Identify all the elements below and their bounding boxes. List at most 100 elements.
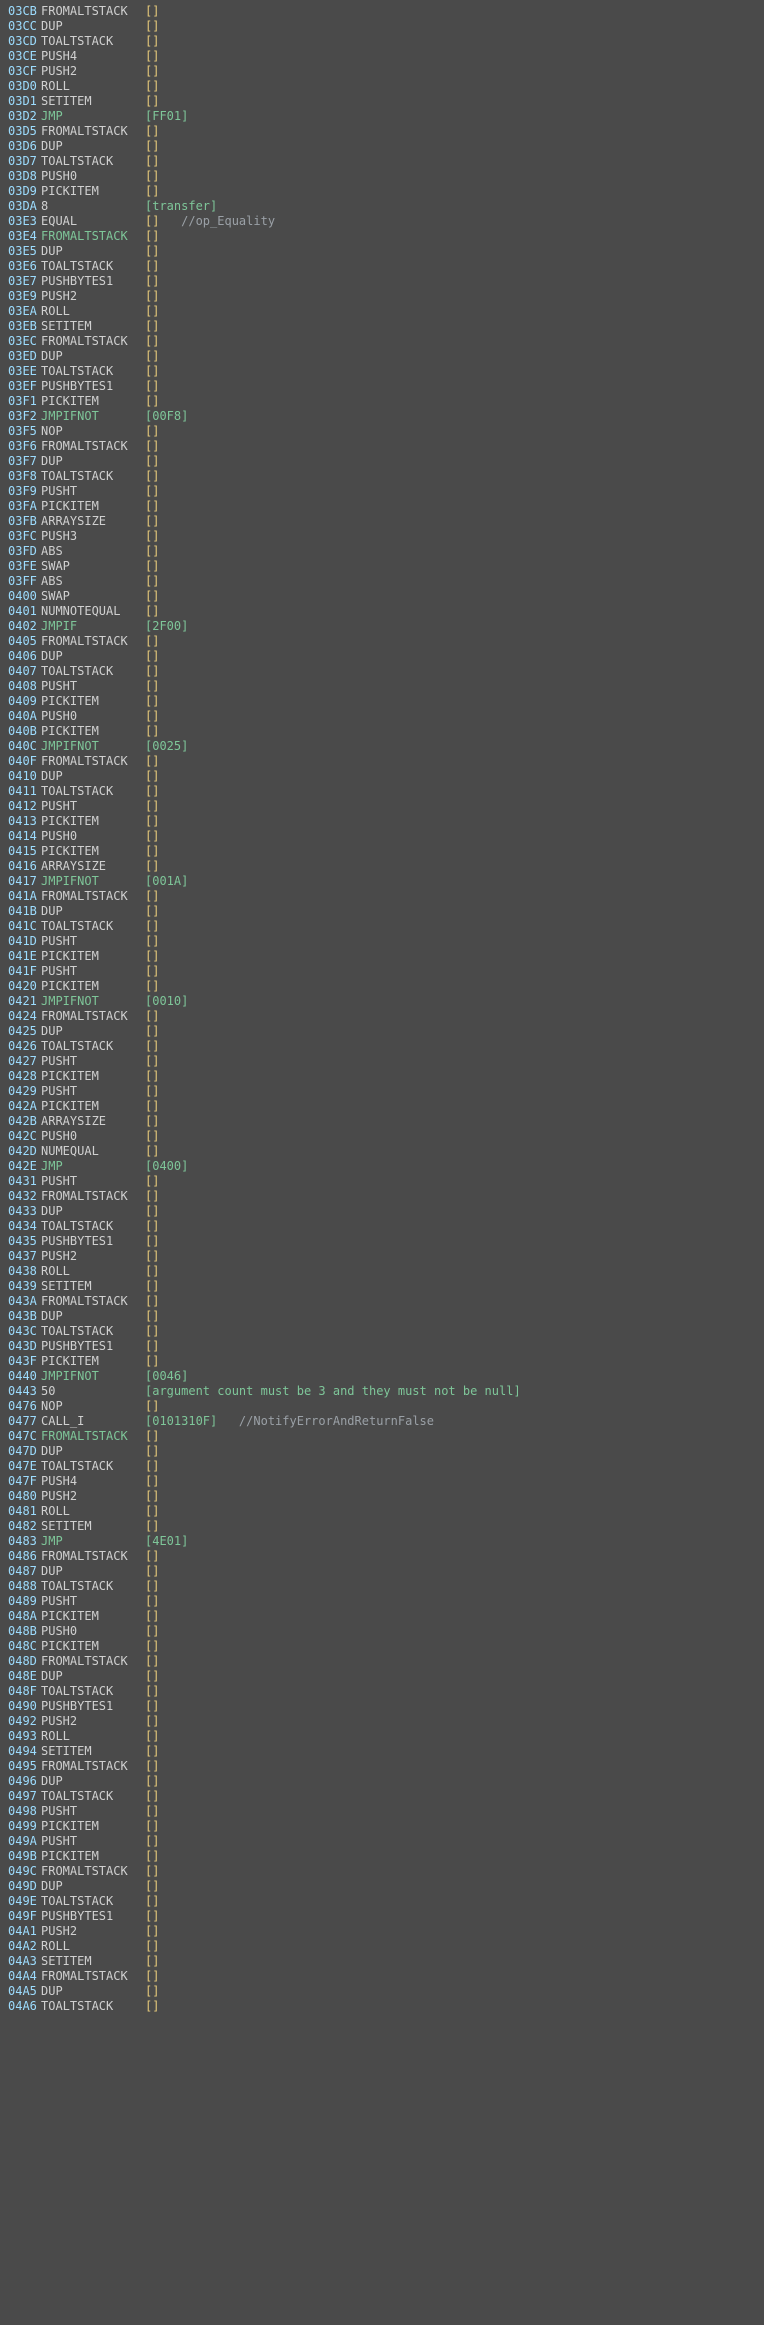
disasm-row[interactable]: 0490PUSHBYTES1[] [8,1699,756,1714]
disasm-row[interactable]: 049FPUSHBYTES1[] [8,1909,756,1924]
disasm-row[interactable]: 03D2JMP[FF01] [8,109,756,124]
disasm-row[interactable]: 049CFROMALTSTACK[] [8,1864,756,1879]
disasm-row[interactable]: 041EPICKITEM[] [8,949,756,964]
disasm-row[interactable]: 04A6TOALTSTACK[] [8,1999,756,2014]
disasm-row[interactable]: 03D9PICKITEM[] [8,184,756,199]
disasm-row[interactable]: 0476NOP[] [8,1399,756,1414]
disasm-row[interactable]: 0438ROLL[] [8,1264,756,1279]
disasm-row[interactable]: 04A3SETITEM[] [8,1954,756,1969]
disasm-row[interactable]: 049DDUP[] [8,1879,756,1894]
disasm-row[interactable]: 03F2JMPIFNOT[00F8] [8,409,756,424]
disasm-row[interactable]: 03F8TOALTSTACK[] [8,469,756,484]
disasm-row[interactable]: 03FESWAP[] [8,559,756,574]
disasm-row[interactable]: 048DFROMALTSTACK[] [8,1654,756,1669]
disasm-row[interactable]: 03CEPUSH4[] [8,49,756,64]
disasm-row[interactable]: 04A2ROLL[] [8,1939,756,1954]
disasm-row[interactable]: 03D8PUSH0[] [8,169,756,184]
disasm-row[interactable]: 041AFROMALTSTACK[] [8,889,756,904]
disasm-row[interactable]: 042CPUSH0[] [8,1129,756,1144]
disasm-row[interactable]: 041DPUSHT[] [8,934,756,949]
disasm-row[interactable]: 042EJMP[0400] [8,1159,756,1174]
disasm-row[interactable]: 03CFPUSH2[] [8,64,756,79]
disasm-row[interactable]: 048EDUP[] [8,1669,756,1684]
disasm-row[interactable]: 042BARRAYSIZE[] [8,1114,756,1129]
disasm-row[interactable]: 0488TOALTSTACK[] [8,1579,756,1594]
disasm-row[interactable]: 0483JMP[4E01] [8,1534,756,1549]
disasm-row[interactable]: 0477CALL_I[0101310F] //NotifyErrorAndRet… [8,1414,756,1429]
disasm-row[interactable]: 0496DUP[] [8,1774,756,1789]
disasm-row[interactable]: 044350[argument count must be 3 and they… [8,1384,756,1399]
disasm-row[interactable]: 0489PUSHT[] [8,1594,756,1609]
disasm-row[interactable]: 047FPUSH4[] [8,1474,756,1489]
disasm-row[interactable]: 03F5NOP[] [8,424,756,439]
disasm-row[interactable]: 03E6TOALTSTACK[] [8,259,756,274]
disasm-row[interactable]: 0402JMPIF[2F00] [8,619,756,634]
disasm-row[interactable]: 03EBSETITEM[] [8,319,756,334]
disasm-row[interactable]: 0410DUP[] [8,769,756,784]
disasm-row[interactable]: 041FPUSHT[] [8,964,756,979]
disasm-row[interactable]: 0408PUSHT[] [8,679,756,694]
disasm-row[interactable]: 0492PUSH2[] [8,1714,756,1729]
disasm-row[interactable]: 04A1PUSH2[] [8,1924,756,1939]
disasm-row[interactable]: 03FAPICKITEM[] [8,499,756,514]
disasm-row[interactable]: 0421JMPIFNOT[0010] [8,994,756,1009]
disasm-row[interactable]: 0425DUP[] [8,1024,756,1039]
disasm-row[interactable]: 048FTOALTSTACK[] [8,1684,756,1699]
disasm-row[interactable]: 0413PICKITEM[] [8,814,756,829]
disasm-row[interactable]: 03FCPUSH3[] [8,529,756,544]
disasm-row[interactable]: 03F9PUSHT[] [8,484,756,499]
disasm-row[interactable]: 0481ROLL[] [8,1504,756,1519]
disasm-row[interactable]: 0431PUSHT[] [8,1174,756,1189]
disasm-row[interactable]: 0480PUSH2[] [8,1489,756,1504]
disasm-row[interactable]: 03CCDUP[] [8,19,756,34]
disasm-row[interactable]: 03D5FROMALTSTACK[] [8,124,756,139]
disasm-row[interactable]: 03F7DUP[] [8,454,756,469]
disasm-row[interactable]: 03D1SETITEM[] [8,94,756,109]
disasm-row[interactable]: 042DNUMEQUAL[] [8,1144,756,1159]
disasm-row[interactable]: 0400SWAP[] [8,589,756,604]
disasm-row[interactable]: 0432FROMALTSTACK[] [8,1189,756,1204]
disasm-row[interactable]: 03EDDUP[] [8,349,756,364]
disasm-row[interactable]: 0407TOALTSTACK[] [8,664,756,679]
disasm-row[interactable]: 0411TOALTSTACK[] [8,784,756,799]
disasm-row[interactable]: 03CBFROMALTSTACK[] [8,4,756,19]
disasm-row[interactable]: 03E4FROMALTSTACK[] [8,229,756,244]
disasm-row[interactable]: 0440JMPIFNOT[0046] [8,1369,756,1384]
disasm-row[interactable]: 03E7PUSHBYTES1[] [8,274,756,289]
disasm-row[interactable]: 0497TOALTSTACK[] [8,1789,756,1804]
disasm-row[interactable]: 03E5DUP[] [8,244,756,259]
disasm-row[interactable]: 049APUSHT[] [8,1834,756,1849]
disasm-row[interactable]: 03FDABS[] [8,544,756,559]
disasm-row[interactable]: 047DDUP[] [8,1444,756,1459]
disasm-row[interactable]: 0409PICKITEM[] [8,694,756,709]
disasm-row[interactable]: 03F6FROMALTSTACK[] [8,439,756,454]
disasm-row[interactable]: 0415PICKITEM[] [8,844,756,859]
disasm-row[interactable]: 04A5DUP[] [8,1984,756,1999]
disasm-row[interactable]: 049BPICKITEM[] [8,1849,756,1864]
disasm-row[interactable]: 0495FROMALTSTACK[] [8,1759,756,1774]
disasm-row[interactable]: 042APICKITEM[] [8,1099,756,1114]
disasm-row[interactable]: 0429PUSHT[] [8,1084,756,1099]
disasm-row[interactable]: 043DPUSHBYTES1[] [8,1339,756,1354]
disasm-row[interactable]: 040FFROMALTSTACK[] [8,754,756,769]
disasm-row[interactable]: 03FFABS[] [8,574,756,589]
disasm-row[interactable]: 03D0ROLL[] [8,79,756,94]
disasm-row[interactable]: 0416ARRAYSIZE[] [8,859,756,874]
disasm-row[interactable]: 043BDUP[] [8,1309,756,1324]
disasm-row[interactable]: 0427PUSHT[] [8,1054,756,1069]
disasm-row[interactable]: 048BPUSH0[] [8,1624,756,1639]
disasm-row[interactable]: 0499PICKITEM[] [8,1819,756,1834]
disasm-row[interactable]: 0482SETITEM[] [8,1519,756,1534]
disasm-row[interactable]: 03CDTOALTSTACK[] [8,34,756,49]
disasm-row[interactable]: 0420PICKITEM[] [8,979,756,994]
disasm-row[interactable]: 0417JMPIFNOT[001A] [8,874,756,889]
disasm-row[interactable]: 041BDUP[] [8,904,756,919]
disasm-row[interactable]: 03ECFROMALTSTACK[] [8,334,756,349]
disasm-row[interactable]: 047ETOALTSTACK[] [8,1459,756,1474]
disasm-row[interactable]: 0406DUP[] [8,649,756,664]
disasm-row[interactable]: 03E3EQUAL[] //op_Equality [8,214,756,229]
disasm-row[interactable]: 043FPICKITEM[] [8,1354,756,1369]
disasm-row[interactable]: 0435PUSHBYTES1[] [8,1234,756,1249]
disasm-row[interactable]: 049ETOALTSTACK[] [8,1894,756,1909]
disasm-row[interactable]: 0487DUP[] [8,1564,756,1579]
